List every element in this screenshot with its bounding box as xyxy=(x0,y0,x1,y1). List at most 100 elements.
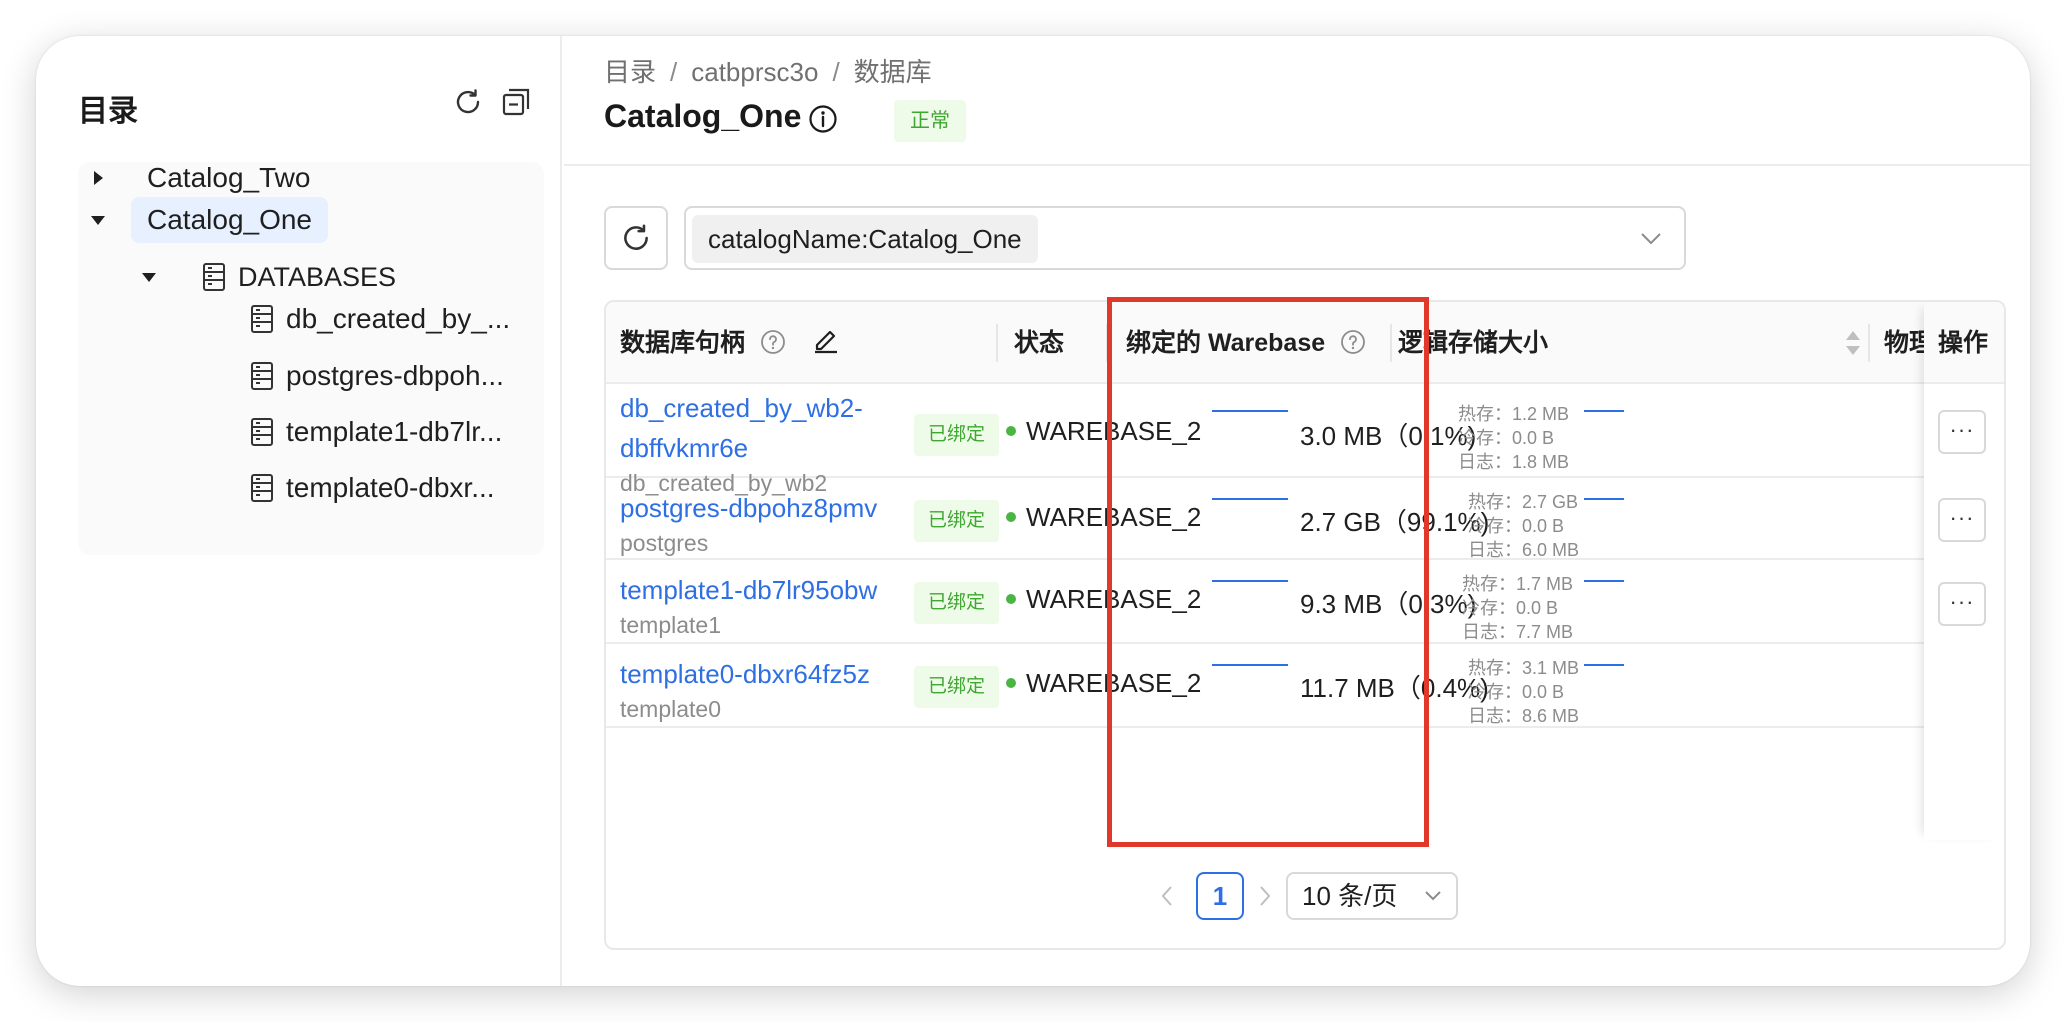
database-link[interactable]: db_created_by_wb2- xyxy=(620,388,863,428)
warebase-cell: WAREBASE_2 xyxy=(1006,582,1201,616)
storage-breakdown: 热存：1.2 MB 冷存：0.0 B 日志：1.8 MB xyxy=(1458,402,1569,474)
column-header-handle: 数据库句柄 xyxy=(620,302,841,384)
logical-size: 2.7 GB（99.1%) xyxy=(1300,507,1490,537)
warebase-name: WAREBASE_2 xyxy=(1026,501,1202,532)
database-icon xyxy=(203,263,225,291)
column-header-label: 绑定的 Warebase xyxy=(1126,329,1326,357)
physical-sparkline xyxy=(1584,580,1624,582)
caret-down-icon[interactable] xyxy=(142,273,156,282)
column-header-status: 状态 xyxy=(1014,329,1065,357)
warebase-name: WAREBASE_2 xyxy=(1026,667,1202,698)
actions-column: 操作 ··· ··· ··· xyxy=(1924,302,2004,840)
bound-status-tag: 已绑定 xyxy=(914,414,1000,456)
chevron-down-icon[interactable] xyxy=(1640,230,1662,246)
bound-status-tag: 已绑定 xyxy=(914,666,1000,708)
catalog-filter-select[interactable]: catalogName:Catalog_One xyxy=(684,206,1686,270)
tree-node-label[interactable]: Catalog_One xyxy=(131,197,329,243)
table-row: template0-dbxr64fz5z template0 已绑定 WAREB… xyxy=(606,644,2004,728)
chevron-right-icon[interactable] xyxy=(1258,884,1272,908)
tree-node-database[interactable]: template0-dbxr... xyxy=(78,465,495,511)
sidebar-title: 目录 xyxy=(78,95,138,128)
database-icon xyxy=(251,362,273,390)
tree-node-database[interactable]: postgres-dbpoh... xyxy=(78,353,504,399)
status-dot xyxy=(1006,426,1016,436)
table-row: template1-db7lr95obw template1 已绑定 WAREB… xyxy=(606,560,2004,644)
database-link[interactable]: dbffvkmr6e xyxy=(620,428,863,468)
physical-sparkline xyxy=(1584,410,1624,412)
column-header-actions: 操作 xyxy=(1938,329,1989,357)
cold-storage: 冷存：0.0 B xyxy=(1468,516,1565,536)
tree-node-label[interactable]: template1-db7lr... xyxy=(286,416,502,448)
tree-node-databases[interactable]: DATABASES xyxy=(78,254,396,300)
column-divider xyxy=(1390,324,1392,362)
database-icon xyxy=(251,305,273,333)
page-number-current[interactable]: 1 xyxy=(1196,872,1244,920)
chevron-left-icon[interactable] xyxy=(1160,884,1174,908)
tree-node-label[interactable]: template0-dbxr... xyxy=(286,472,495,504)
physical-sparkline xyxy=(1584,498,1624,500)
database-link[interactable]: template1-db7lr95obw xyxy=(620,570,877,610)
tree-node-catalog-two[interactable]: Catalog_Two xyxy=(78,155,326,201)
help-icon[interactable] xyxy=(760,329,786,355)
cold-storage: 冷存：0.0 B xyxy=(1462,598,1559,618)
filter-tag[interactable]: catalogName:Catalog_One xyxy=(692,215,1038,263)
more-actions-button[interactable]: ··· xyxy=(1938,410,1986,454)
actions-column-header: 操作 xyxy=(1924,302,2004,384)
refresh-icon[interactable] xyxy=(452,86,484,118)
column-header-warebase: 绑定的 Warebase xyxy=(1126,302,1366,384)
database-link[interactable]: template0-dbxr64fz5z xyxy=(620,654,870,694)
table-row: db_created_by_wb2- dbffvkmr6e db_created… xyxy=(606,384,2004,496)
storage-breakdown: 热存：2.7 GB 冷存：0.0 B 日志：6.0 MB xyxy=(1468,490,1579,562)
database-name-cell: postgres-dbpohz8pmv postgres xyxy=(620,488,877,558)
table-row: postgres-dbpohz8pmv postgres 已绑定 WAREBAS… xyxy=(606,478,2004,560)
tree-node-database[interactable]: template1-db7lr... xyxy=(78,409,502,455)
database-name-cell: template1-db7lr95obw template1 xyxy=(620,570,877,640)
page-title: Catalog_One xyxy=(604,98,802,134)
page-size-label: 10 条/页 xyxy=(1302,881,1398,911)
refresh-button[interactable] xyxy=(604,206,668,270)
storage-breakdown: 热存：1.7 MB 冷存：0.0 B 日志：7.7 MB xyxy=(1462,572,1573,644)
storage-sparkline xyxy=(1212,664,1288,666)
storage-breakdown: 热存：3.1 MB 冷存：0.0 B 日志：8.6 MB xyxy=(1468,656,1579,728)
log-storage: 日志：7.7 MB xyxy=(1462,622,1574,642)
breadcrumb-item[interactable]: 目录 xyxy=(604,57,656,87)
breadcrumb-separator: / xyxy=(670,57,678,87)
column-header-logical-size[interactable]: 逻辑存储大小 xyxy=(1398,302,1862,384)
database-subname: template0 xyxy=(620,696,722,722)
header-divider xyxy=(564,164,2030,166)
more-actions-button[interactable]: ··· xyxy=(1938,582,1986,626)
status-dot xyxy=(1006,678,1016,688)
help-icon[interactable] xyxy=(1340,329,1366,355)
more-actions-button[interactable]: ··· xyxy=(1938,498,1986,542)
bound-status-tag: 已绑定 xyxy=(914,500,1000,542)
tree-node-label[interactable]: postgres-dbpoh... xyxy=(286,360,504,392)
column-header-physical: 物理 xyxy=(1884,329,1924,357)
column-divider xyxy=(996,324,998,362)
database-link[interactable]: postgres-dbpohz8pmv xyxy=(620,488,877,528)
storage-sparkline xyxy=(1212,410,1288,412)
tree-node-label[interactable]: DATABASES xyxy=(238,262,396,293)
database-subname: postgres xyxy=(620,530,709,556)
breadcrumb-item[interactable]: catbprsc3o xyxy=(691,57,818,87)
logical-size: 9.3 MB（0.3%) xyxy=(1300,589,1477,619)
edit-icon[interactable] xyxy=(811,325,841,355)
sort-icon[interactable] xyxy=(1844,328,1862,358)
column-divider xyxy=(1868,324,1870,362)
table-header: 数据库句柄 状态 绑定的 Warebase 逻辑存储大小 物理 xyxy=(606,302,2004,384)
caret-down-icon[interactable] xyxy=(91,216,105,225)
tree-node-label[interactable]: db_created_by_... xyxy=(286,303,510,335)
column-header-label: 逻辑存储大小 xyxy=(1398,329,1549,357)
info-icon[interactable] xyxy=(808,104,838,134)
refresh-icon xyxy=(624,224,648,250)
page-size-select[interactable]: 10 条/页 xyxy=(1286,872,1458,920)
caret-right-icon[interactable] xyxy=(94,171,103,185)
tree-node-database[interactable]: db_created_by_... xyxy=(78,296,510,342)
cold-storage: 冷存：0.0 B xyxy=(1458,428,1555,448)
cold-storage: 冷存：0.0 B xyxy=(1468,682,1565,702)
collapse-all-icon[interactable] xyxy=(500,86,532,118)
physical-sparkline xyxy=(1584,664,1624,666)
tree-node-label[interactable]: Catalog_Two xyxy=(131,155,326,201)
column-divider xyxy=(1106,324,1108,362)
warebase-cell: WAREBASE_2 xyxy=(1006,500,1201,534)
tree-node-catalog-one[interactable]: Catalog_One xyxy=(78,197,329,243)
